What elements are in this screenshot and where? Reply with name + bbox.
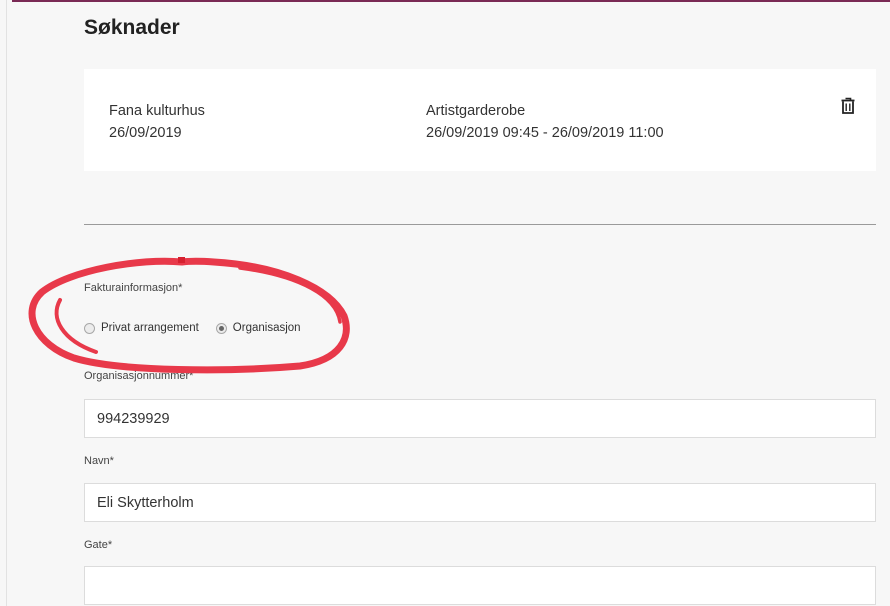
- org-number-input[interactable]: [84, 399, 876, 438]
- delete-application-button[interactable]: [840, 97, 856, 115]
- application-date: 26/09/2019: [109, 125, 182, 141]
- left-border: [6, 0, 7, 606]
- street-input[interactable]: [84, 566, 876, 605]
- application-venue-block: Fana kulturhus 26/09/2019: [109, 100, 205, 144]
- billing-label: Fakturainformasjon*: [84, 282, 183, 294]
- billing-radio-group: Privat arrangement Organisasjon: [84, 322, 301, 334]
- name-input[interactable]: [84, 483, 876, 522]
- name-label: Navn*: [84, 455, 114, 467]
- radio-organization-dot[interactable]: [215, 322, 227, 334]
- application-time-range: 26/09/2019 09:45 - 26/09/2019 11:00: [426, 125, 664, 141]
- org-number-label: Organisasjonnummer*: [84, 370, 194, 382]
- top-accent-bar: [12, 0, 890, 2]
- trash-icon: [841, 97, 855, 114]
- radio-private-label: Privat arrangement: [101, 322, 199, 334]
- radio-organization-label: Organisasjon: [232, 322, 301, 334]
- application-card: Fana kulturhus 26/09/2019 Artistgarderob…: [84, 69, 876, 171]
- street-label: Gate*: [84, 539, 113, 551]
- radio-private-dot[interactable]: [84, 322, 95, 334]
- radio-private-event[interactable]: Privat arrangement: [84, 322, 199, 334]
- application-venue: Fana kulturhus: [109, 103, 205, 119]
- section-divider: [84, 224, 876, 225]
- application-room: Artistgarderobe: [426, 103, 526, 119]
- application-room-block: Artistgarderobe 26/09/2019 09:45 - 26/09…: [426, 100, 664, 144]
- radio-organization[interactable]: Organisasjon: [215, 322, 301, 334]
- page-title: Søknader: [84, 16, 180, 39]
